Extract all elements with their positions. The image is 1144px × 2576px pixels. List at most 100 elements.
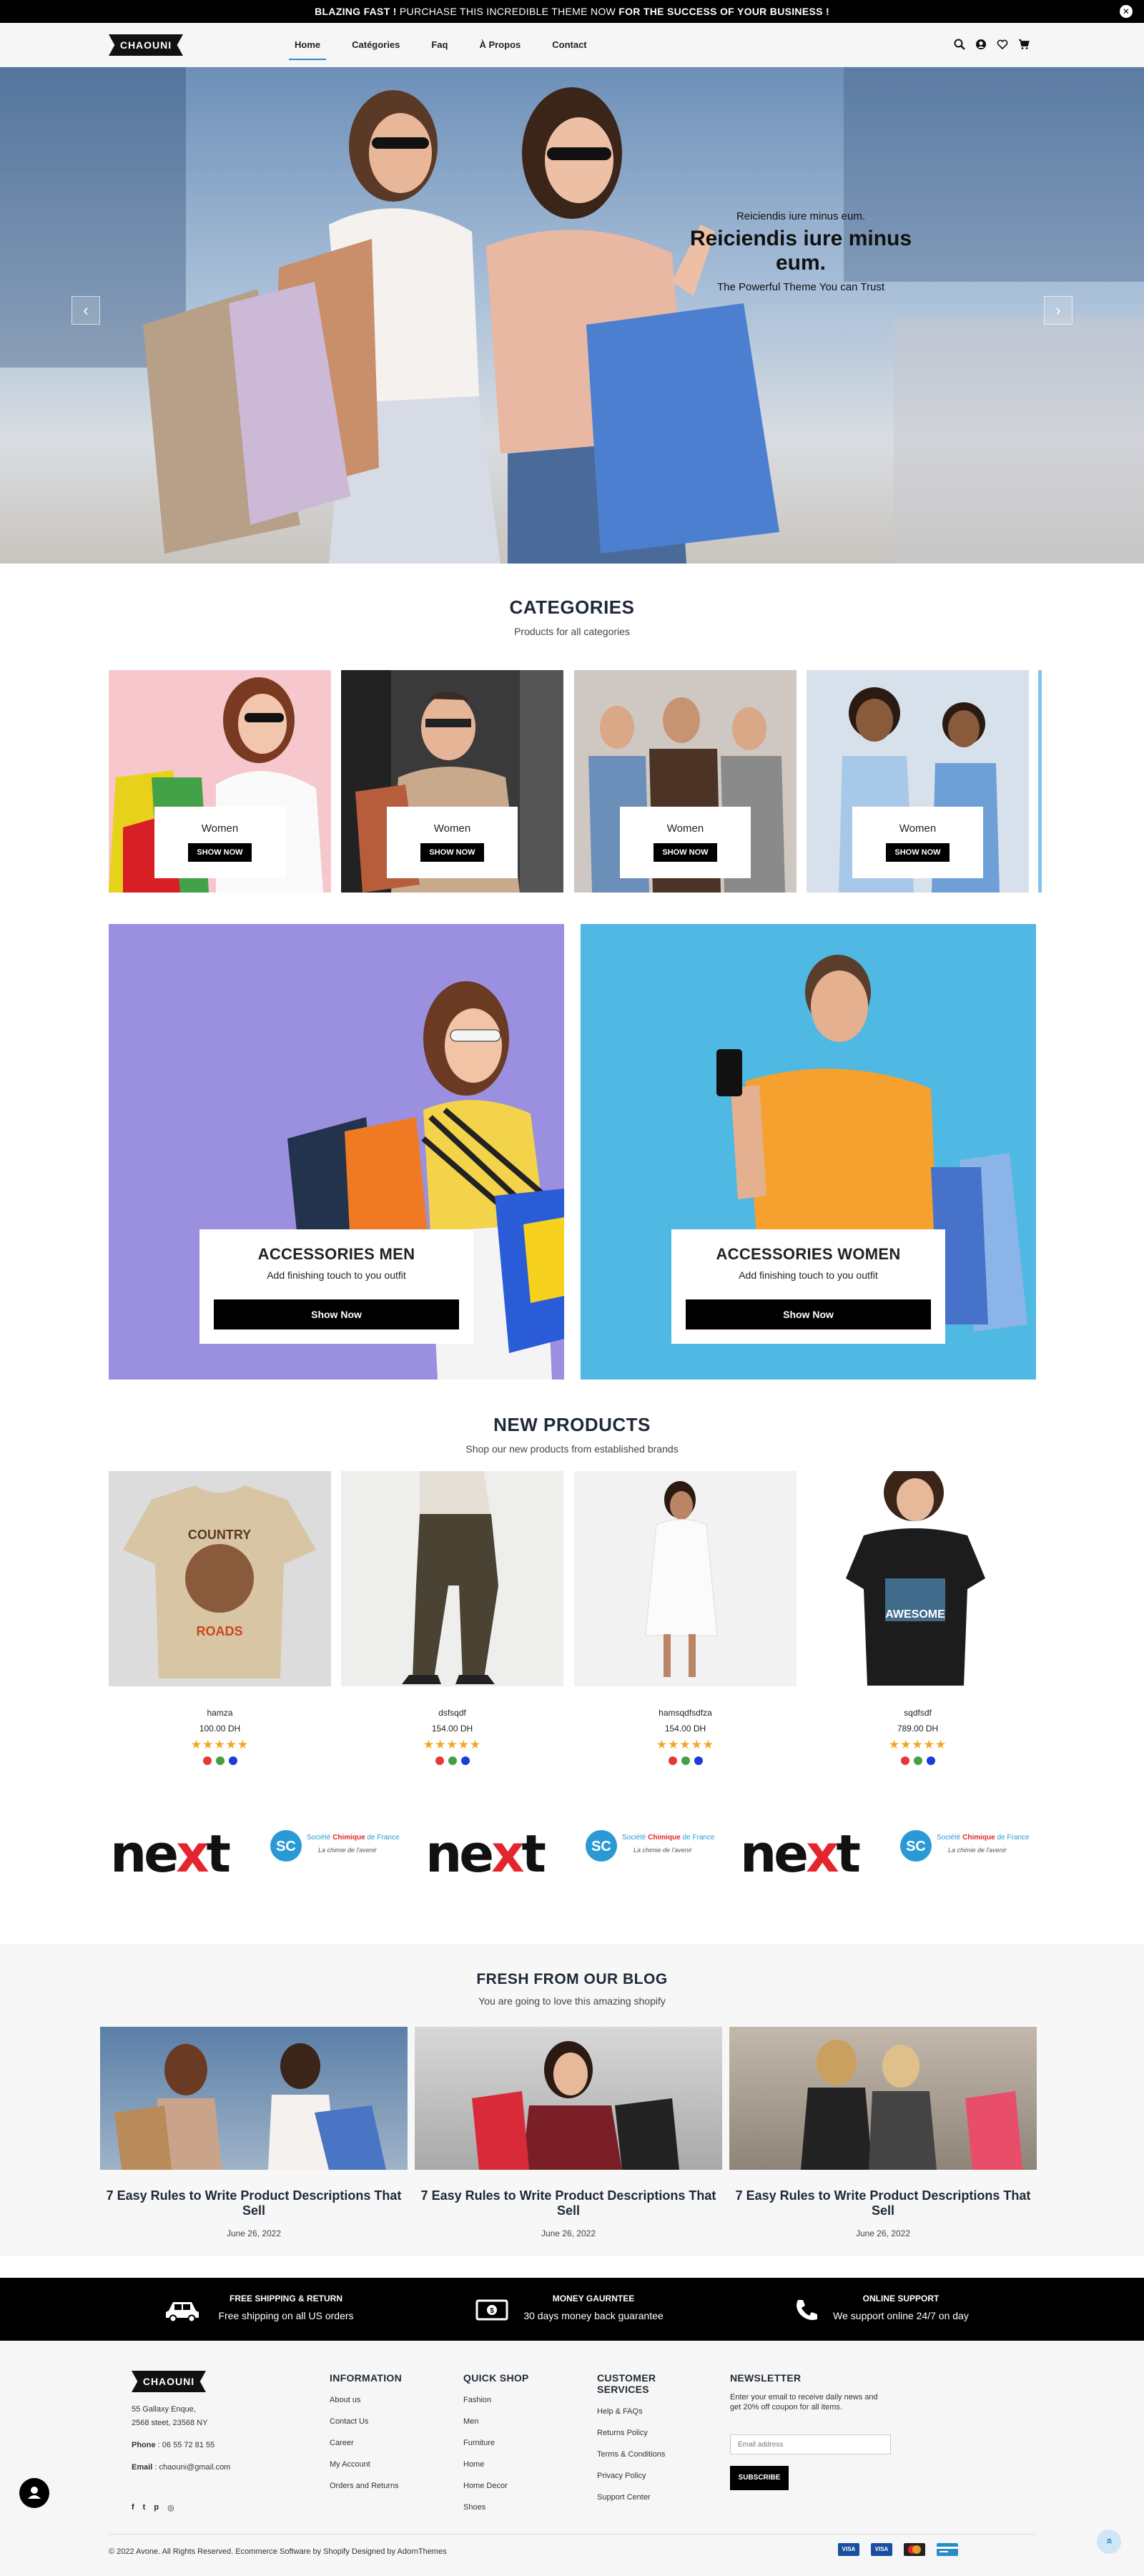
blog-image[interactable]: [100, 2027, 408, 2170]
hero-title: Reiciendis iure minus eum.: [689, 227, 912, 275]
footer-link[interactable]: Returns Policy: [597, 2428, 665, 2438]
svg-text:SC: SC: [591, 1839, 611, 1854]
blog-post-title[interactable]: 7 Easy Rules to Write Product Descriptio…: [100, 2188, 408, 2218]
blog-image[interactable]: [415, 2027, 722, 2170]
color-swatch[interactable]: [668, 1756, 677, 1765]
category-card[interactable]: Women SHOW NOW: [109, 670, 331, 893]
blog-post-title[interactable]: 7 Easy Rules to Write Product Descriptio…: [415, 2188, 722, 2218]
footer-link[interactable]: Men: [463, 2417, 529, 2427]
twitter-icon[interactable]: t: [143, 2503, 146, 2512]
footer-link[interactable]: Help & FAQs: [597, 2407, 665, 2417]
subscribe-button[interactable]: SUBSCRIBE: [730, 2466, 789, 2490]
hero-slider: ‹ › Reiciendis iure minus eum. Reiciendi…: [0, 67, 1144, 564]
brand-logo-sc[interactable]: SC Société Chimique de France La chimie …: [898, 1828, 1041, 1864]
product-card[interactable]: AWESOME sqdfsdf 789.00 DH ★★★★★: [807, 1471, 1029, 1765]
footer-link[interactable]: Furniture: [463, 2438, 529, 2448]
color-swatch[interactable]: [694, 1756, 703, 1765]
product-name[interactable]: hamza: [109, 1708, 331, 1718]
brand-logo-sc[interactable]: SC Société Chimique de France La chimie …: [268, 1828, 411, 1864]
color-swatch[interactable]: [460, 1756, 470, 1765]
nav-home[interactable]: Home: [279, 23, 336, 67]
blog-image[interactable]: [729, 2027, 1037, 2170]
newsletter-email-input[interactable]: [730, 2434, 891, 2454]
rating-stars: ★★★★★: [656, 1738, 715, 1751]
instagram-icon[interactable]: ◎: [167, 2503, 174, 2512]
color-swatches: [574, 1756, 797, 1765]
color-swatch[interactable]: [215, 1756, 225, 1765]
product-image[interactable]: [341, 1471, 563, 1686]
heart-icon[interactable]: [997, 39, 1008, 50]
color-swatches: [807, 1756, 1029, 1765]
cart-icon[interactable]: [1018, 39, 1030, 50]
product-image[interactable]: [574, 1471, 797, 1686]
footer-link[interactable]: Fashion: [463, 2395, 529, 2405]
product-name[interactable]: hamsqdfsdfza: [574, 1708, 797, 1718]
color-swatch[interactable]: [681, 1756, 690, 1765]
search-icon[interactable]: [954, 39, 965, 50]
nav-a-propos[interactable]: À Propos: [463, 23, 536, 67]
show-now-button[interactable]: SHOW NOW: [188, 843, 252, 862]
facebook-icon[interactable]: f: [132, 2503, 134, 2512]
color-swatch[interactable]: [202, 1756, 212, 1765]
blog-post[interactable]: 7 Easy Rules to Write Product Descriptio…: [729, 2027, 1037, 2238]
blog-post[interactable]: 7 Easy Rules to Write Product Descriptio…: [415, 2027, 722, 2238]
footer-link[interactable]: Contact Us: [330, 2417, 402, 2427]
promo-banner-women[interactable]: ACCESSORIES WOMEN Add finishing touch to …: [581, 924, 1036, 1380]
show-now-button[interactable]: SHOW NOW: [420, 843, 484, 862]
footer-link[interactable]: Terms & Conditions: [597, 2449, 665, 2459]
footer-link[interactable]: Orders and Returns: [330, 2481, 402, 2491]
show-now-button[interactable]: SHOW NOW: [654, 843, 717, 862]
brand-logo-next[interactable]: next: [110, 1824, 231, 1884]
nav-contact[interactable]: Contact: [536, 23, 602, 67]
category-card[interactable]: Women SHOW NOW: [574, 670, 797, 893]
blog-post-date: June 26, 2022: [541, 2228, 596, 2238]
category-card[interactable]: Women SHOW NOW: [807, 670, 1029, 893]
product-card[interactable]: hamsqdfsdfza 154.00 DH ★★★★★: [574, 1471, 797, 1765]
show-now-button[interactable]: Show Now: [686, 1299, 931, 1329]
product-card[interactable]: COUNTRY ROADS hamza 100.00 DH ★★★★★: [109, 1471, 331, 1765]
product-card[interactable]: dsfsqdf 154.00 DH ★★★★★: [341, 1471, 563, 1765]
promo-banner-men[interactable]: ACCESSORIES MEN Add finishing touch to yo…: [109, 924, 564, 1380]
nav-categories[interactable]: Catégories: [336, 23, 415, 67]
close-icon[interactable]: ✕: [1120, 5, 1133, 18]
category-card[interactable]: Women SHOW NOW: [341, 670, 563, 893]
color-swatch[interactable]: [913, 1756, 922, 1765]
footer-link[interactable]: My Account: [330, 2459, 402, 2469]
product-image[interactable]: COUNTRY ROADS: [109, 1471, 331, 1686]
color-swatch[interactable]: [448, 1756, 457, 1765]
footer-link[interactable]: Privacy Policy: [597, 2471, 665, 2481]
color-swatch[interactable]: [900, 1756, 909, 1765]
footer-link[interactable]: Shoes: [463, 2502, 529, 2512]
product-image[interactable]: AWESOME: [807, 1471, 1029, 1686]
hero-next-arrow[interactable]: ›: [1044, 296, 1072, 325]
brand-logo-next[interactable]: next: [740, 1824, 861, 1884]
show-now-button[interactable]: SHOW NOW: [886, 843, 950, 862]
footer-link[interactable]: Career: [330, 2438, 402, 2448]
nav-faq[interactable]: Faq: [415, 23, 463, 67]
show-now-button[interactable]: Show Now: [214, 1299, 459, 1329]
user-icon[interactable]: [975, 39, 987, 50]
account-float-button[interactable]: [19, 2478, 49, 2508]
brand-logo-sc[interactable]: SC Société Chimique de France La chimie …: [583, 1828, 726, 1864]
footer-link[interactable]: Support Center: [597, 2492, 665, 2502]
footer-link[interactable]: About us: [330, 2395, 402, 2405]
footer-col-customer-services: CUSTOMER SERVICES Help & FAQs Returns Pol…: [597, 2372, 665, 2502]
color-swatch[interactable]: [926, 1756, 935, 1765]
scroll-top-button[interactable]: »: [1097, 2530, 1121, 2554]
product-name[interactable]: sqdfsdf: [807, 1708, 1029, 1718]
product-name[interactable]: dsfsqdf: [341, 1708, 563, 1718]
visa-icon: VISA: [871, 2543, 892, 2556]
hero-prev-arrow[interactable]: ‹: [72, 296, 100, 325]
color-swatch[interactable]: [228, 1756, 237, 1765]
site-logo[interactable]: CHAOUNI: [109, 34, 183, 56]
footer-divider: [109, 2534, 1035, 2535]
color-swatch[interactable]: [435, 1756, 444, 1765]
brand-logo-next[interactable]: next: [425, 1824, 546, 1884]
pinterest-icon[interactable]: p: [154, 2503, 159, 2512]
footer-email[interactable]: Email : chaouni@gmail.com: [132, 2461, 275, 2474]
footer-logo[interactable]: CHAOUNI: [132, 2371, 206, 2392]
blog-post[interactable]: 7 Easy Rules to Write Product Descriptio…: [100, 2027, 408, 2238]
blog-post-title[interactable]: 7 Easy Rules to Write Product Descriptio…: [729, 2188, 1037, 2218]
footer-link[interactable]: Home: [463, 2459, 529, 2469]
footer-link[interactable]: Home Decor: [463, 2481, 529, 2491]
